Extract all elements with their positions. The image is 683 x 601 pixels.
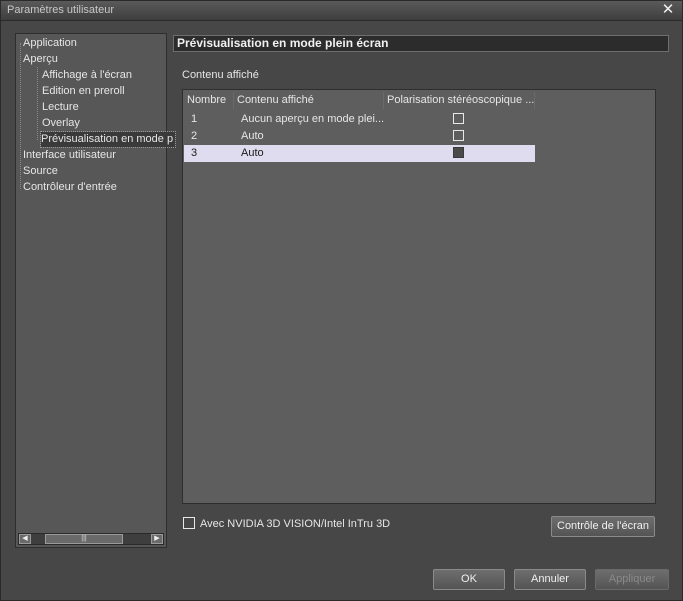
row-number: 2: [191, 130, 198, 142]
screen-control-button[interactable]: Contrôle de l'écran: [551, 516, 655, 537]
scroll-thumb[interactable]: |||: [45, 534, 123, 544]
tree-item-previsualisation[interactable]: Prévisualisation en mode p: [39, 131, 177, 148]
row-content[interactable]: Auto: [234, 145, 384, 162]
polarisation-checkbox[interactable]: [453, 113, 464, 124]
polarisation-checkbox[interactable]: [453, 147, 464, 158]
horizontal-scrollbar[interactable]: ◀ ||| ▶: [18, 533, 164, 545]
tree-item-source[interactable]: Source: [23, 164, 58, 179]
scroll-right-icon[interactable]: ▶: [151, 534, 163, 544]
display-content-grid: Nombre Contenu affiché Polarisation stér…: [182, 89, 656, 504]
row-number: 3: [191, 147, 198, 159]
tree-item-apercu[interactable]: Aperçu: [23, 52, 58, 67]
nvidia-3d-label: Avec NVIDIA 3D VISION/Intel InTru 3D: [200, 518, 391, 530]
tree-item-affichage[interactable]: Affichage à l'écran: [42, 68, 132, 83]
panel-title: Prévisualisation en mode plein écran: [173, 35, 669, 52]
column-header-nombre[interactable]: Nombre: [184, 92, 234, 109]
tree-item-lecture[interactable]: Lecture: [42, 100, 79, 115]
settings-window: Paramètres utilisateur ✕ Application Ape…: [0, 0, 683, 601]
nvidia-3d-checkbox[interactable]: [183, 517, 195, 529]
tree-item-overlay[interactable]: Overlay: [42, 116, 80, 131]
tree-item-controleur-entree[interactable]: Contrôleur d'entrée: [23, 180, 117, 195]
section-label: Contenu affiché: [182, 69, 259, 81]
tree-item-interface-utilisateur[interactable]: Interface utilisateur: [23, 148, 116, 163]
table-row[interactable]: 2 Auto: [184, 128, 535, 145]
table-row[interactable]: 1 Aucun aperçu en mode plei...: [184, 111, 535, 128]
tree-connector: [20, 43, 21, 189]
window-title: Paramètres utilisateur: [7, 4, 114, 16]
row-number: 1: [191, 113, 198, 125]
title-bar[interactable]: Paramètres utilisateur ✕: [1, 1, 682, 21]
cancel-button[interactable]: Annuler: [514, 569, 586, 590]
tree-item-application[interactable]: Application: [23, 36, 77, 51]
table-row[interactable]: 3 Auto: [184, 145, 535, 162]
scroll-left-icon[interactable]: ◀: [19, 534, 31, 544]
ok-button[interactable]: OK: [433, 569, 505, 590]
apply-button[interactable]: Appliquer: [595, 569, 669, 590]
polarisation-checkbox[interactable]: [453, 130, 464, 141]
settings-tree: Application Aperçu Affichage à l'écran E…: [15, 33, 177, 548]
tree-item-edition-preroll[interactable]: Edition en preroll: [42, 84, 125, 99]
row-content[interactable]: Auto: [234, 128, 384, 145]
column-header-contenu[interactable]: Contenu affiché: [234, 92, 384, 109]
column-header-polarisation[interactable]: Polarisation stéréoscopique ...: [384, 92, 535, 109]
close-icon[interactable]: ✕: [660, 2, 676, 18]
row-content[interactable]: Aucun aperçu en mode plei...: [234, 111, 384, 128]
tree-connector: [37, 67, 38, 140]
